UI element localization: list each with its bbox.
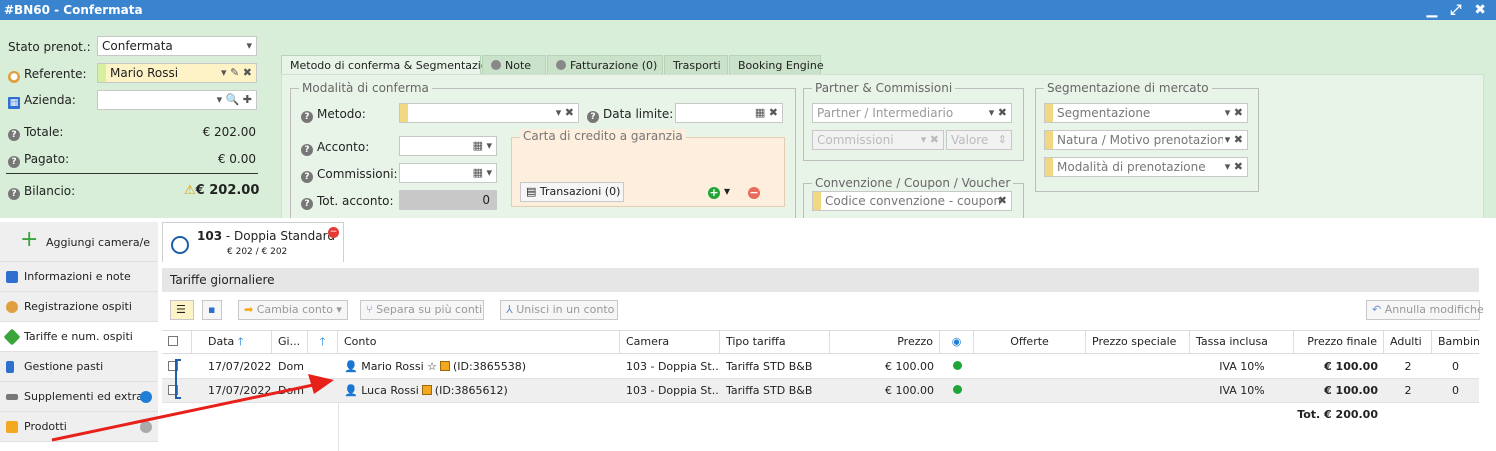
- annotation-arrow: [51, 374, 334, 442]
